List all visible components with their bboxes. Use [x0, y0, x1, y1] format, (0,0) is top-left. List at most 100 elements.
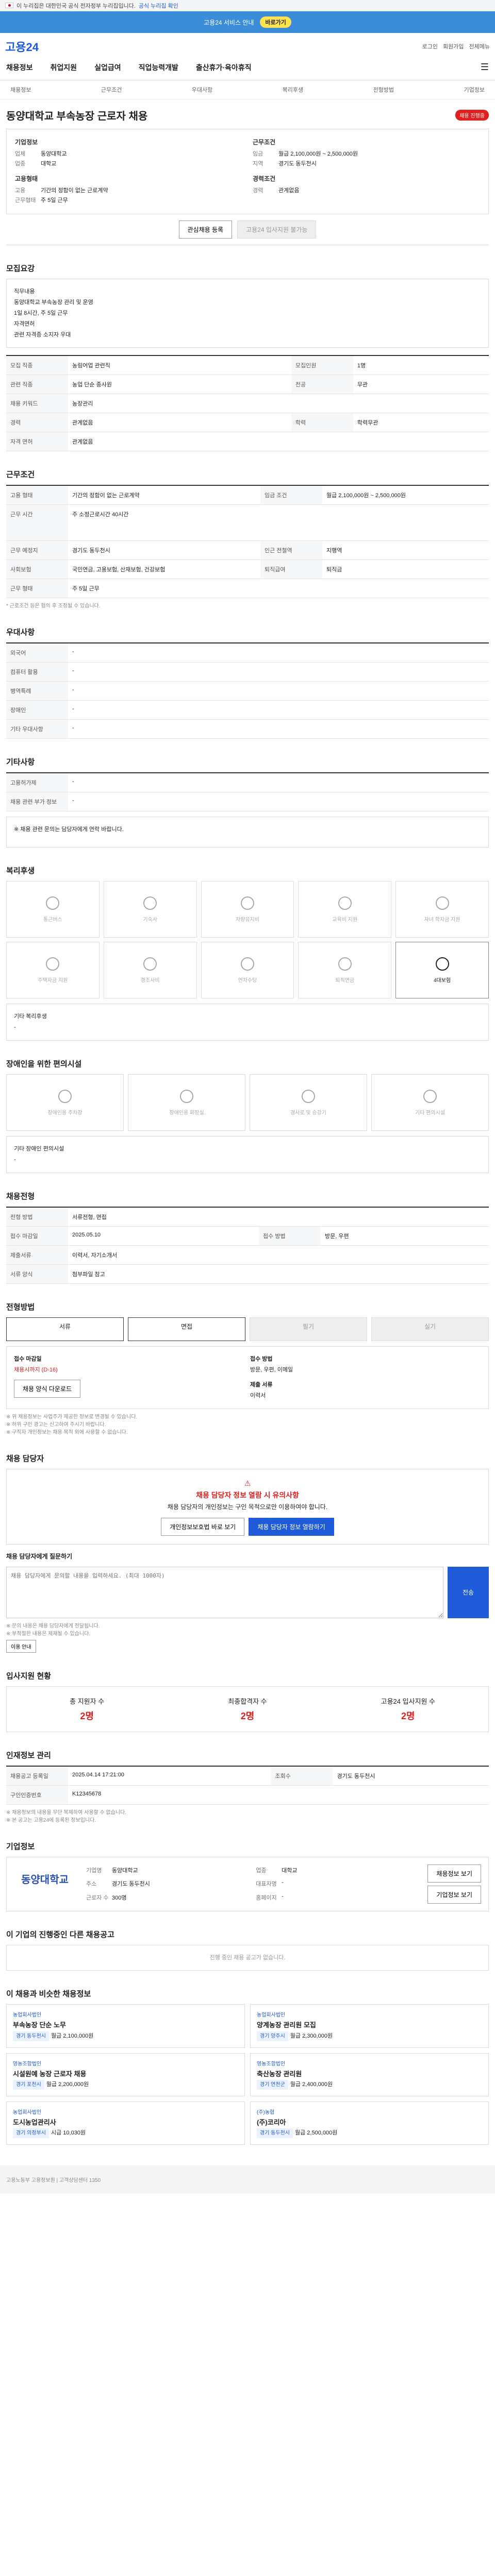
stat-item: 최종합격자 수 2명: [228, 1697, 267, 1721]
event-banner-cta[interactable]: 바로가기: [260, 16, 291, 28]
summary-kv: 지역 경기도 동두천시: [253, 161, 317, 167]
gov-banner: 이 누리집은 대한민국 공식 전자정부 누리집입니다. 공식 누리집 확인: [0, 0, 495, 11]
gnb-item[interactable]: 직업능력개발: [139, 62, 178, 73]
tab-welfare[interactable]: 복리후생: [278, 86, 307, 94]
util-menu[interactable]: 전체메뉴: [469, 42, 490, 50]
job-card[interactable]: 농업회사법인 양계농장 관리원 모집 경기 양주시 월급 2,300,000원: [250, 2004, 489, 2048]
etc-box: ※ 채용 관련 문의는 담당자에게 연락 바랍니다.: [6, 817, 489, 848]
intro-line: 1일 8시간, 주 5일 근무: [14, 310, 68, 316]
flag-icon: [5, 3, 13, 8]
house-icon: [143, 896, 157, 910]
privacy-law-button[interactable]: 개인정보보호법 바로 보기: [161, 1517, 245, 1536]
calendar-icon: [240, 957, 254, 971]
section-recruit: 모집요강 직무내용 동양대학교 부속농장 관리 및 운영 1일 8시간, 주 5…: [6, 263, 489, 452]
job-card[interactable]: 영농조합법인 축산농장 관리원 경기 연천군 월급 2,400,000원: [250, 2053, 489, 2096]
welfare-item: 퇴직연금: [298, 942, 392, 999]
section-tabs: 채용정보 근무조건 우대사항 복리후생 전형방법 기업정보: [0, 80, 495, 99]
company-kv: 주소 경기도 동두천시: [86, 1881, 150, 1888]
gov-banner-toggle[interactable]: 공식 누리집 확인: [139, 2, 178, 10]
section-method: 전형방법 서류 면접 필기 실기 접수 마감일 채용시까지 (D-16) 채용 …: [6, 1301, 489, 1435]
tab-pref[interactable]: 우대사항: [188, 86, 217, 94]
util-join[interactable]: 회원가입: [443, 42, 464, 50]
section-title: 채용 담당자: [6, 1454, 44, 1463]
table-row: 장애인 -: [6, 700, 489, 720]
table-row: 사회보험 국민연금, 고용보험, 산재보험, 건강보험 퇴직급여 퇴직금: [6, 560, 489, 580]
method-option: 면접: [128, 1317, 245, 1342]
intro-line: 직무내용: [14, 289, 35, 295]
section-company: 기업정보 동양대학교 기업명 동양대학교 업종 대학교 주소 경기도 동두천시 대표자…: [6, 1841, 489, 1911]
site-footer: 고용노동부 고용정보원 | 고객상담센터 1350: [0, 2165, 495, 2194]
table-row: 채용 키워드 농장관리: [6, 394, 489, 414]
hamburger-icon[interactable]: ☰: [481, 62, 489, 73]
event-banner[interactable]: 고용24 서비스 안내 바로가기: [0, 11, 495, 33]
summary-kv: 고용 기간의 정함이 없는 근로계약: [15, 188, 108, 194]
company-kv: 근로자 수 300명: [86, 1894, 127, 1901]
table-row: 제출서류 이력서, 자기소개서: [6, 1245, 489, 1265]
section-title: 우대사항: [6, 628, 35, 637]
tab-company[interactable]: 기업정보: [459, 86, 488, 94]
view-contact-button[interactable]: 채용 담당자 정보 열람하기: [249, 1517, 334, 1536]
tab-method[interactable]: 전형방법: [369, 86, 398, 94]
inquiry-textarea[interactable]: [6, 1566, 443, 1618]
gov-banner-text: 이 누리집은 대한민국 공식 전자정부 누리집입니다.: [16, 3, 136, 9]
inquiry-notes: ※ 문의 내용은 채용 담당자에게 전달됩니다. ※ 부적절한 내용은 제재될 …: [6, 1623, 100, 1637]
inquiry-send-button[interactable]: 전송: [448, 1566, 489, 1618]
header: 고용24 로그인 회원가입 전체메뉴: [0, 33, 495, 55]
section-contact: 채용 담당자 ⚠ 채용 담당자 정보 열람 시 유의사항 채용 담당자의 개인정…: [6, 1453, 489, 1653]
stat-item: 고용24 입사지원 수 2명: [381, 1697, 436, 1721]
tab-work[interactable]: 근무조건: [97, 86, 126, 94]
company-jobs-button[interactable]: 채용정보 보기: [427, 1864, 481, 1883]
job-card[interactable]: 영농조합법인 시설원예 농장 근로자 채용 경기 포천시 월급 2,200,000원: [6, 2053, 245, 2096]
summary-kv: 근무형태 주 5일 근무: [15, 197, 68, 204]
summary-kv: 업종 대학교: [15, 161, 57, 167]
gnb-item[interactable]: 채용정보: [6, 62, 33, 73]
table-row: 기타 우대사항 -: [6, 719, 489, 739]
util-login[interactable]: 로그인: [422, 42, 438, 50]
company-info: 기업명 동양대학교 업종 대학교 주소 경기도 동두천시 대표자명 - 근로자 수 300…: [86, 1865, 417, 1904]
inquiry-guide-button[interactable]: 이용 안내: [6, 1639, 36, 1653]
section-title: 입사지원 현황: [6, 1671, 51, 1681]
method-option: 실기: [371, 1317, 489, 1342]
summary-career-head: 경력조건: [253, 175, 276, 182]
site-logo[interactable]: 고용24: [5, 38, 39, 55]
job-card[interactable]: 농업회사법인 도시농업관리사 경기 의정부시 시급 10,030원: [6, 2101, 245, 2145]
table-row: 전형 방법 서류전형, 면접: [6, 1207, 489, 1227]
welfare-other-head: 기타 복리후생: [14, 1013, 47, 1020]
gnb-item[interactable]: 실업급여: [94, 62, 121, 73]
cap-icon: [435, 896, 449, 910]
same-company-empty: 진행 중인 채용 공고가 없습니다.: [6, 1944, 489, 1971]
gnb-item[interactable]: 취업지원: [51, 62, 77, 73]
tab-recruit[interactable]: 채용정보: [6, 86, 35, 94]
disability-other-head: 기타 장애인 편의시설: [14, 1146, 64, 1153]
page-title: 동양대학교 부속농장 근로자 채용: [6, 111, 148, 122]
interest-button[interactable]: 관심채용 등록: [178, 221, 233, 239]
welfare-item: 경조사비: [103, 942, 197, 999]
summary-type-head: 고용형태: [15, 175, 38, 182]
job-summary: 기업정보 업체 동양대학교 업종 대학교 근무조건 임금 월급 2,100,000원 …: [6, 129, 489, 214]
table-row: 자격 면허 관계없음: [6, 432, 489, 452]
company-kv: 홈페이지 -: [256, 1893, 284, 1901]
welfare-item: 주택자금 지원: [6, 942, 100, 999]
form-download-button[interactable]: 채용 양식 다운로드: [14, 1379, 80, 1398]
section-pref: 우대사항 외국어 - 컴퓨터 활용 - 병역특례 - 장애인 - 기타 우대사항 -: [6, 626, 489, 739]
company-info-button[interactable]: 기업정보 보기: [427, 1885, 481, 1904]
table-row: 외국어 -: [6, 643, 489, 663]
gnb-item[interactable]: 출산휴가·육아휴직: [196, 62, 252, 73]
toilet-icon: [180, 1089, 193, 1103]
accessibility-icon: [423, 1089, 437, 1103]
welfare-item: 자녀 학자금 지원: [395, 881, 489, 938]
summary-kv: 업체 동양대학교: [15, 151, 67, 157]
method-notes: ※ 위 채용정보는 사업주가 제공한 정보로 변경될 수 있습니다. ※ 허위 …: [6, 1414, 138, 1435]
apply-button[interactable]: 고용24 입사지원 불가능: [237, 221, 317, 239]
job-card[interactable]: (주)농협 (주)코리아 경기 동두천시 월급 2,500,000원: [250, 2101, 489, 2145]
work-note: * 근로조건 등은 협의 후 조정될 수 있습니다.: [6, 603, 101, 609]
job-title-row: 동양대학교 부속농장 근로자 채용 채용 진행중: [6, 99, 489, 129]
disability-other: 기타 장애인 편의시설 -: [6, 1136, 489, 1174]
section-work: 근무조건 고용 형태 기간의 정함이 없는 근로계약 임금 조건 월급 2,100,0…: [6, 469, 489, 609]
job-card[interactable]: 농업회사법인 부속농장 단순 노무 경기 동두천시 월급 2,100,000원: [6, 2004, 245, 2048]
method-option: 서류: [6, 1317, 124, 1342]
section-process: 채용전형 전형 방법 서류전형, 면접 접수 마감일 2025.05.10 접수 방법…: [6, 1191, 489, 1284]
section-recruit-info: 인재정보 관리 채용공고 등록일 2025.04.14 17:21:00 조회수 경기…: [6, 1750, 489, 1823]
money-icon: [46, 957, 60, 971]
alert-body: 채용 담당자의 개인정보는 구인 목적으로만 이용하여야 합니다.: [167, 1503, 328, 1511]
